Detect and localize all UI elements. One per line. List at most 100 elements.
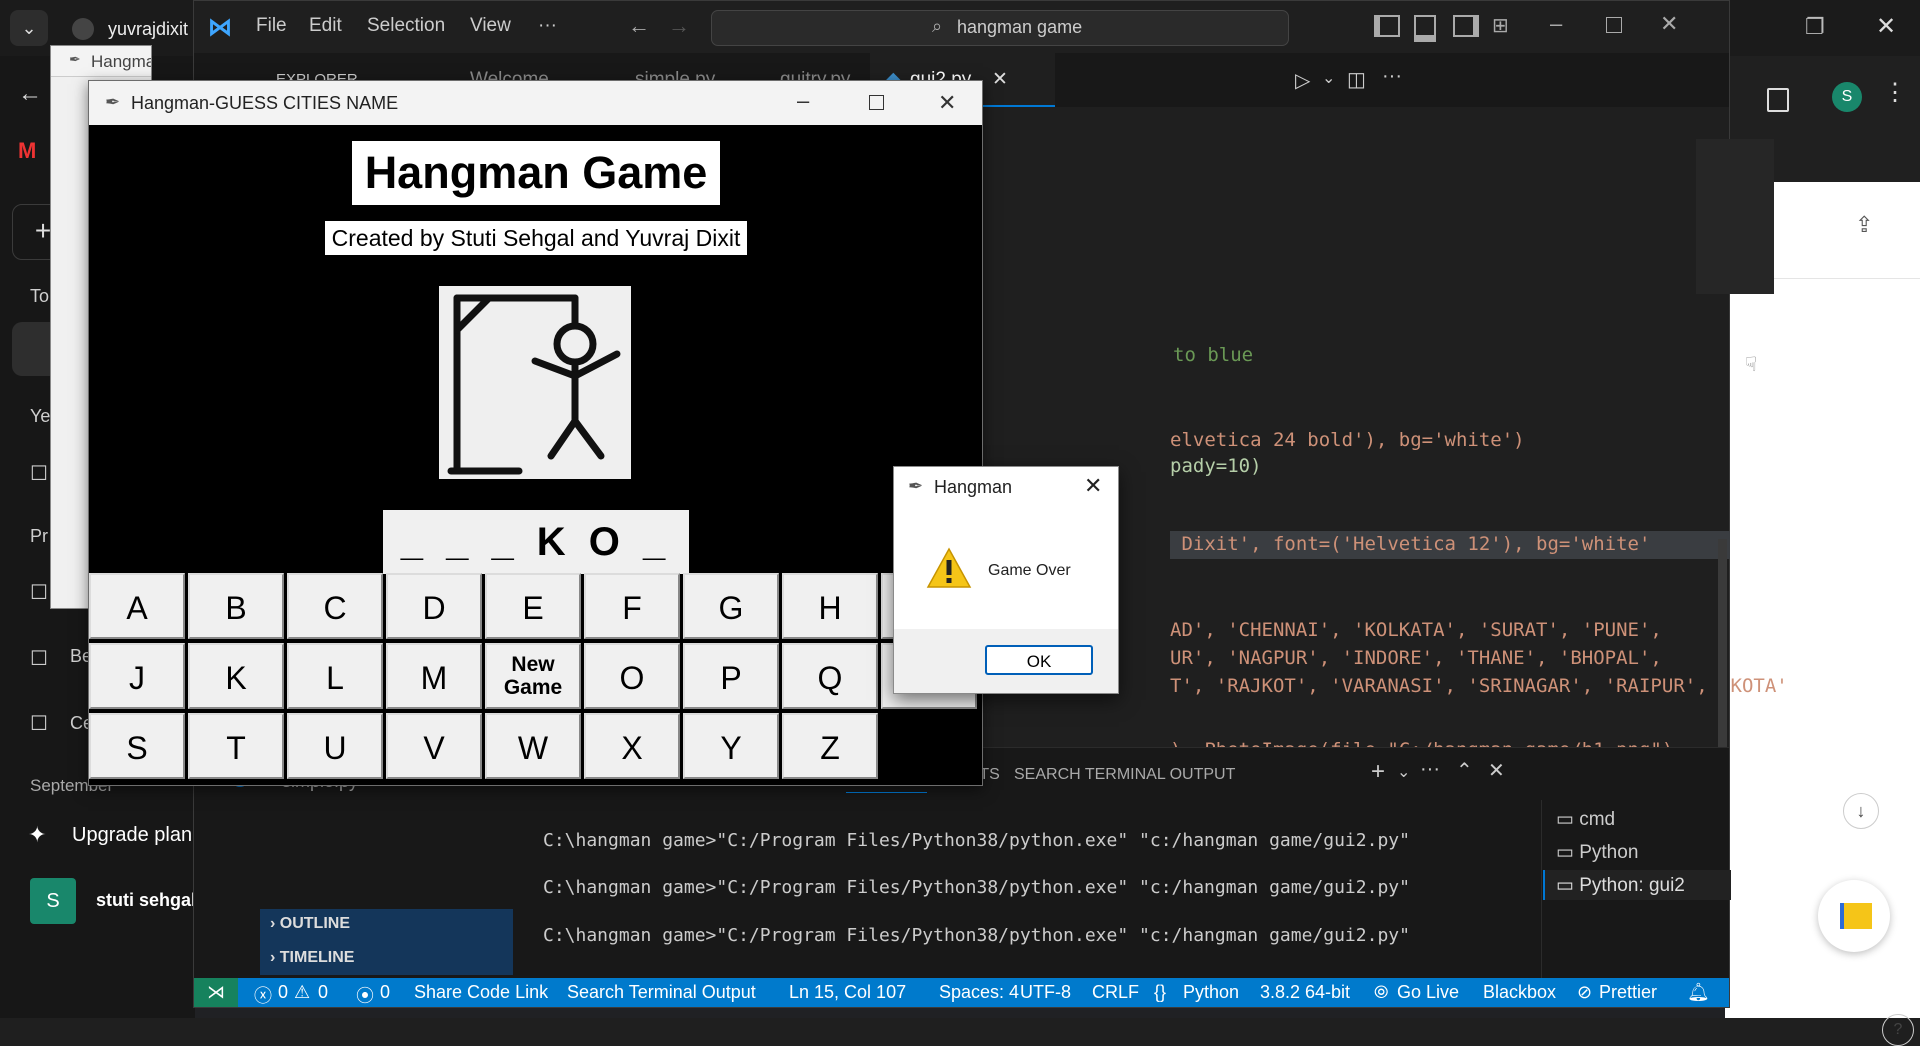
timeline-section[interactable]: › TIMELINE [270, 949, 354, 967]
dialog-message: Game Over [988, 562, 1071, 579]
new-terminal-icon[interactable]: + [1371, 758, 1385, 786]
forward-arrow-icon[interactable]: → [668, 13, 690, 39]
profile-avatar[interactable]: S [1832, 82, 1862, 112]
close-tab-icon[interactable]: ✕ [992, 53, 1008, 107]
encoding[interactable]: UTF-8 [1020, 982, 1071, 1003]
key-f[interactable]: F [584, 573, 680, 639]
sidebar-toggle-icon[interactable] [1767, 88, 1789, 112]
more-actions-icon[interactable]: ··· [1382, 65, 1402, 88]
menu-edit[interactable]: Edit [309, 15, 342, 37]
terminal-list-cmd[interactable]: ▭ cmd [1556, 808, 1615, 831]
upgrade-plan-link[interactable]: Upgrade plan [72, 824, 192, 847]
toggle-panel-icon[interactable] [1414, 15, 1436, 42]
terminal-list-python[interactable]: ▭ Python [1556, 841, 1638, 864]
close-icon[interactable]: ✕ [1084, 473, 1102, 499]
restore-icon[interactable]: ❐ [1805, 14, 1825, 40]
language-mode[interactable]: Python [1183, 982, 1239, 1003]
close-panel-icon[interactable]: ✕ [1488, 758, 1505, 783]
key-k[interactable]: K [188, 643, 284, 709]
go-live[interactable]: Go Live [1397, 982, 1459, 1003]
maximize-icon[interactable] [1606, 17, 1622, 33]
menu-file[interactable]: File [256, 15, 287, 37]
browser-tab-title[interactable]: yuvrajdixit [108, 19, 188, 40]
key-a[interactable]: A [89, 573, 185, 639]
close-icon[interactable]: ✕ [1876, 12, 1896, 41]
editor-scrollbar[interactable] [1718, 539, 1727, 753]
maximize-panel-icon[interactable]: ⌃ [1456, 758, 1473, 783]
share-icon[interactable]: ⇪ [1855, 212, 1873, 238]
back-arrow-icon[interactable]: ← [628, 13, 650, 39]
cursor-position[interactable]: Ln 15, Col 107 [789, 982, 906, 1003]
key-z[interactable]: Z [782, 713, 878, 779]
panel-tab-search-output[interactable]: SEARCH TERMINAL OUTPUT [1014, 766, 1235, 784]
run-icon[interactable]: ▷ [1295, 68, 1310, 93]
key-w[interactable]: W [485, 713, 581, 779]
user-name[interactable]: stuti sehgal [96, 890, 196, 911]
key-o[interactable]: O [584, 643, 680, 709]
line-ending[interactable]: CRLF [1092, 982, 1139, 1003]
key-d[interactable]: D [386, 573, 482, 639]
ports-count[interactable]: 0 [380, 982, 390, 1003]
notifications-bell-icon[interactable]: 🔔︎ [1687, 982, 1710, 1003]
user-avatar[interactable]: S [30, 878, 76, 924]
panel-more-icon[interactable]: ··· [1420, 758, 1440, 781]
code-line: ), PhotoImage(file="C:/hangman game/h1.p… [1170, 739, 1685, 747]
key-e[interactable]: E [485, 573, 581, 639]
toggle-secondary-sidebar-icon[interactable] [1453, 15, 1479, 37]
key-m[interactable]: M [386, 643, 482, 709]
share-code-link[interactable]: Share Code Link [414, 982, 548, 1003]
key-j[interactable]: J [89, 643, 185, 709]
key-g[interactable]: G [683, 573, 779, 639]
key-s[interactable]: S [89, 713, 185, 779]
key-b[interactable]: B [188, 573, 284, 639]
key-y[interactable]: Y [683, 713, 779, 779]
remote-indicator-icon[interactable]: ⋊ [194, 978, 238, 1007]
help-icon[interactable]: ? [1882, 1014, 1914, 1046]
key-l[interactable]: L [287, 643, 383, 709]
search-terminal-output[interactable]: Search Terminal Output [567, 982, 756, 1003]
terminal-list-gui2[interactable]: ▭ Python: gui2 [1556, 874, 1685, 897]
split-editor-icon[interactable]: ◫ [1347, 67, 1366, 92]
minimize-icon[interactable]: – [1550, 11, 1562, 37]
scroll-down-icon[interactable]: ↓ [1843, 793, 1879, 829]
indentation[interactable]: Spaces: 4 [939, 982, 1019, 1003]
close-window-icon[interactable]: ✕ [1660, 11, 1678, 37]
run-dropdown-icon[interactable]: ⌄ [1322, 68, 1335, 88]
key-v[interactable]: V [386, 713, 482, 779]
prettier[interactable]: Prettier [1599, 982, 1657, 1003]
maximize-icon[interactable] [869, 95, 884, 110]
warning-count[interactable]: 0 [318, 982, 328, 1003]
terminal-dropdown-icon[interactable]: ⌄ [1397, 762, 1410, 782]
notes-app-icon[interactable] [1818, 880, 1890, 952]
key-u[interactable]: U [287, 713, 383, 779]
customize-layout-icon[interactable]: ⊞ [1492, 13, 1509, 38]
new-game-button[interactable]: New Game [485, 643, 581, 709]
error-count[interactable]: 0 [278, 982, 288, 1003]
python-interpreter[interactable]: 3.8.2 64-bit [1260, 982, 1350, 1003]
code-line: to blue [1173, 344, 1254, 366]
toggle-sidebar-icon[interactable] [1374, 15, 1400, 37]
thumbs-down-icon[interactable]: ☟ [1745, 352, 1757, 377]
key-h[interactable]: H [782, 573, 878, 639]
menu-more[interactable]: ··· [538, 15, 557, 37]
minimap[interactable] [1696, 139, 1774, 294]
key-q[interactable]: Q [782, 643, 878, 709]
menu-selection[interactable]: Selection [367, 15, 445, 37]
key-c[interactable]: C [287, 573, 383, 639]
background-window-title: Hangman-GU [91, 52, 151, 71]
outline-section[interactable]: › OUTLINE [270, 915, 350, 933]
key-t[interactable]: T [188, 713, 284, 779]
key-p[interactable]: P [683, 643, 779, 709]
menu-icon[interactable]: ⋮ [1883, 78, 1907, 107]
menu-view[interactable]: View [470, 15, 511, 37]
gmail-icon[interactable]: M [18, 138, 36, 164]
close-icon[interactable]: ✕ [938, 90, 956, 116]
command-center-search[interactable]: ⌕ hangman game [711, 10, 1289, 46]
key-x[interactable]: X [584, 713, 680, 779]
chevron-right-icon: › [270, 949, 276, 966]
blackbox[interactable]: Blackbox [1483, 982, 1556, 1003]
minimize-icon[interactable]: – [797, 88, 809, 114]
tab-list-button[interactable]: ⌄ [10, 10, 48, 46]
back-icon[interactable]: ← [18, 80, 42, 108]
ok-button[interactable]: OK [985, 645, 1093, 675]
